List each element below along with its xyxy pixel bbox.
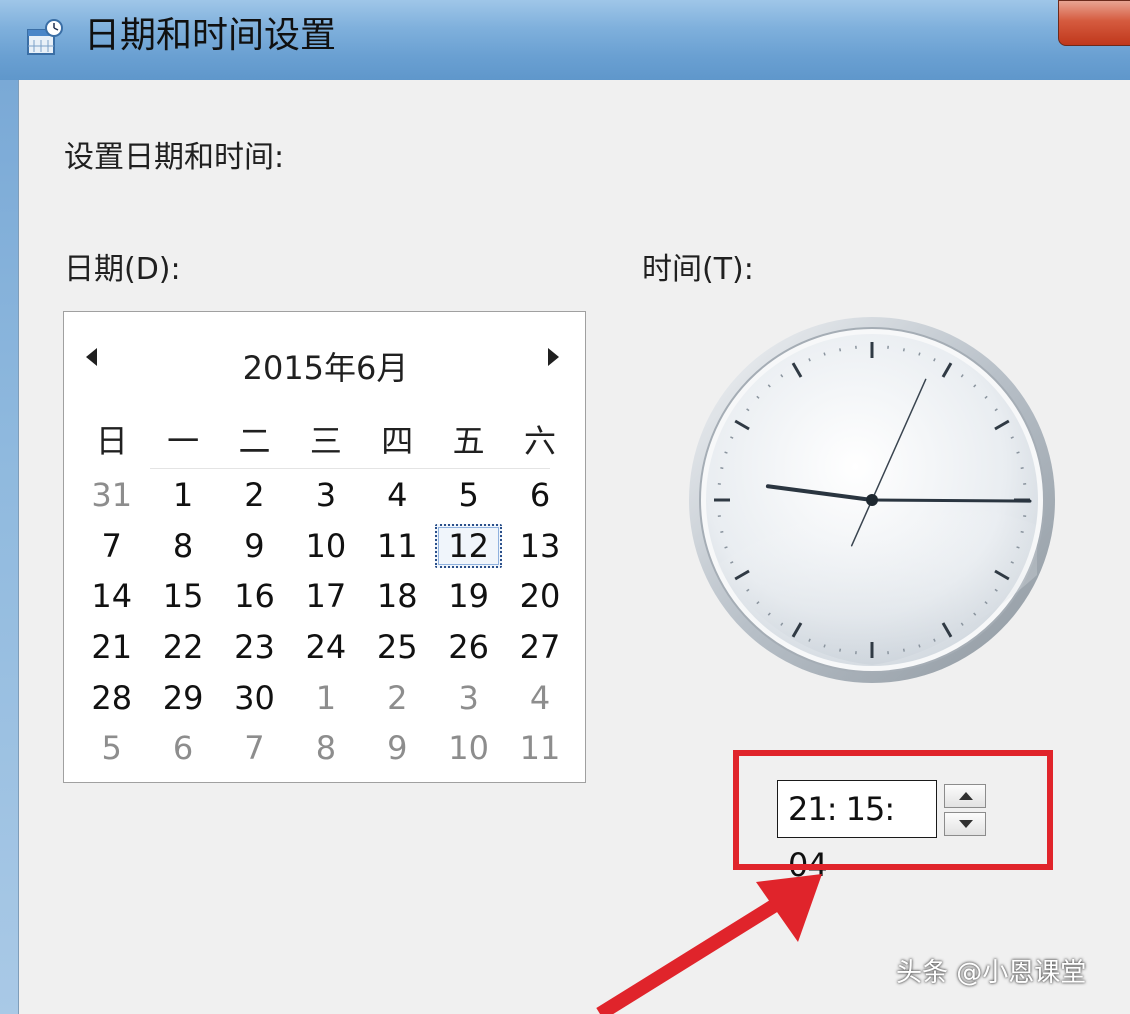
calendar-day[interactable]: 9 (362, 723, 433, 774)
red-arrow-icon (596, 874, 822, 1014)
calendar-weekday-header: 日 一 二 三 四 五 六 (76, 416, 576, 466)
analog-clock (689, 317, 1055, 683)
month-calendar[interactable]: 2015年6月 日 一 二 三 四 五 六 31 1 2 3 4 5 6 7 8 9 10 11 12 1… (63, 311, 586, 783)
calendar-day[interactable]: 20 (504, 571, 575, 622)
calendar-day[interactable]: 22 (147, 622, 218, 673)
window-frame-left (0, 80, 18, 1014)
calendar-month-title[interactable]: 2015年6月 (64, 346, 587, 390)
clock-minute-mark (1016, 546, 1020, 549)
weekday-label: 二 (238, 422, 271, 460)
calendar-day[interactable]: 28 (76, 672, 147, 723)
watermark-text: 头条 @小恩课堂 (896, 958, 1087, 988)
calendar-day[interactable]: 17 (290, 571, 361, 622)
clock-minute-hand (870, 498, 1032, 503)
calendar-day[interactable]: 4 (362, 470, 433, 521)
clock-minute-mark (1016, 451, 1020, 454)
weekday-label: 六 (524, 422, 557, 460)
clock-minute-mark (823, 352, 826, 356)
clock-minute-mark (918, 644, 921, 648)
close-button[interactable] (1058, 0, 1130, 46)
clock-minute-mark (1020, 467, 1024, 470)
time-label: 时间(T): (642, 252, 754, 287)
clock-minute-mark (839, 648, 842, 652)
calendar-day[interactable]: 10 (290, 521, 361, 572)
clock-minute-mark (902, 348, 905, 352)
clock-minute-mark (720, 530, 724, 533)
calendar-day[interactable]: 19 (433, 571, 504, 622)
weekday-label: 五 (452, 422, 485, 460)
clock-minute-mark (1020, 530, 1024, 533)
calendar-day[interactable]: 6 (504, 470, 575, 521)
calendar-day[interactable]: 7 (76, 521, 147, 572)
calendar-day[interactable]: 2 (362, 672, 433, 723)
calendar-day[interactable]: 8 (290, 723, 361, 774)
clock-minute-mark (823, 644, 826, 648)
calendar-day[interactable]: 23 (219, 622, 290, 673)
calendar-day[interactable]: 27 (504, 622, 575, 673)
calendar-day[interactable]: 3 (290, 470, 361, 521)
clock-center-pin (866, 494, 878, 506)
calendar-day[interactable]: 2 (219, 470, 290, 521)
calendar-day[interactable]: 4 (504, 672, 575, 723)
weekday-label: 日 (95, 422, 128, 460)
window-title: 日期和时间设置 (84, 15, 337, 56)
calendar-day[interactable]: 5 (433, 470, 504, 521)
calendar-day-selected[interactable]: 12 (434, 523, 503, 569)
date-time-settings-window: 日期和时间设置 设置日期和时间: 日期(D): 时间(T): 2015年6月 日… (0, 0, 1130, 1014)
page-heading: 设置日期和时间: (64, 140, 285, 175)
calendar-day[interactable]: 31 (76, 470, 147, 521)
calendar-day[interactable]: 9 (219, 521, 290, 572)
calendar-day[interactable]: 18 (362, 571, 433, 622)
calendar-day[interactable]: 24 (290, 622, 361, 673)
clock-minute-mark (918, 352, 921, 356)
weekday-label: 一 (167, 422, 200, 460)
calendar-day[interactable]: 1 (290, 672, 361, 723)
calendar-day[interactable]: 8 (147, 521, 218, 572)
calendar-day[interactable]: 5 (76, 723, 147, 774)
calendar-day[interactable]: 11 (504, 723, 575, 774)
calendar-day[interactable]: 10 (433, 723, 504, 774)
calendar-day[interactable]: 1 (147, 470, 218, 521)
calendar-day[interactable]: 13 (504, 521, 575, 572)
calendar-day[interactable]: 30 (219, 672, 290, 723)
calendar-day[interactable]: 21 (76, 622, 147, 673)
title-bar[interactable]: 日期和时间设置 (0, 0, 1130, 80)
calendar-clock-icon (27, 19, 63, 55)
calendar-day[interactable]: 6 (147, 723, 218, 774)
date-label: 日期(D): (64, 252, 181, 287)
calendar-day[interactable]: 11 (362, 521, 433, 572)
calendar-divider (150, 468, 550, 469)
clock-minute-mark (724, 451, 728, 454)
calendar-day[interactable]: 15 (147, 571, 218, 622)
calendar-day[interactable]: 3 (433, 672, 504, 723)
calendar-day[interactable]: 16 (219, 571, 290, 622)
weekday-label: 三 (309, 422, 342, 460)
calendar-day-grid: 31 1 2 3 4 5 6 7 8 9 10 11 12 13 14 15 16 17 18 19 20 21 22 23 2… (76, 470, 576, 774)
clock-minute-mark (839, 348, 842, 352)
clock-minute-mark (902, 648, 905, 652)
calendar-day[interactable]: 29 (147, 672, 218, 723)
weekday-label: 四 (381, 422, 414, 460)
triangle-right-icon[interactable] (548, 348, 559, 366)
clock-minute-mark (724, 546, 728, 549)
red-highlight-box (733, 750, 1053, 870)
calendar-day[interactable]: 25 (362, 622, 433, 673)
calendar-day[interactable]: 7 (219, 723, 290, 774)
clock-minute-mark (720, 467, 724, 470)
calendar-day[interactable]: 26 (433, 622, 504, 673)
calendar-day[interactable]: 14 (76, 571, 147, 622)
